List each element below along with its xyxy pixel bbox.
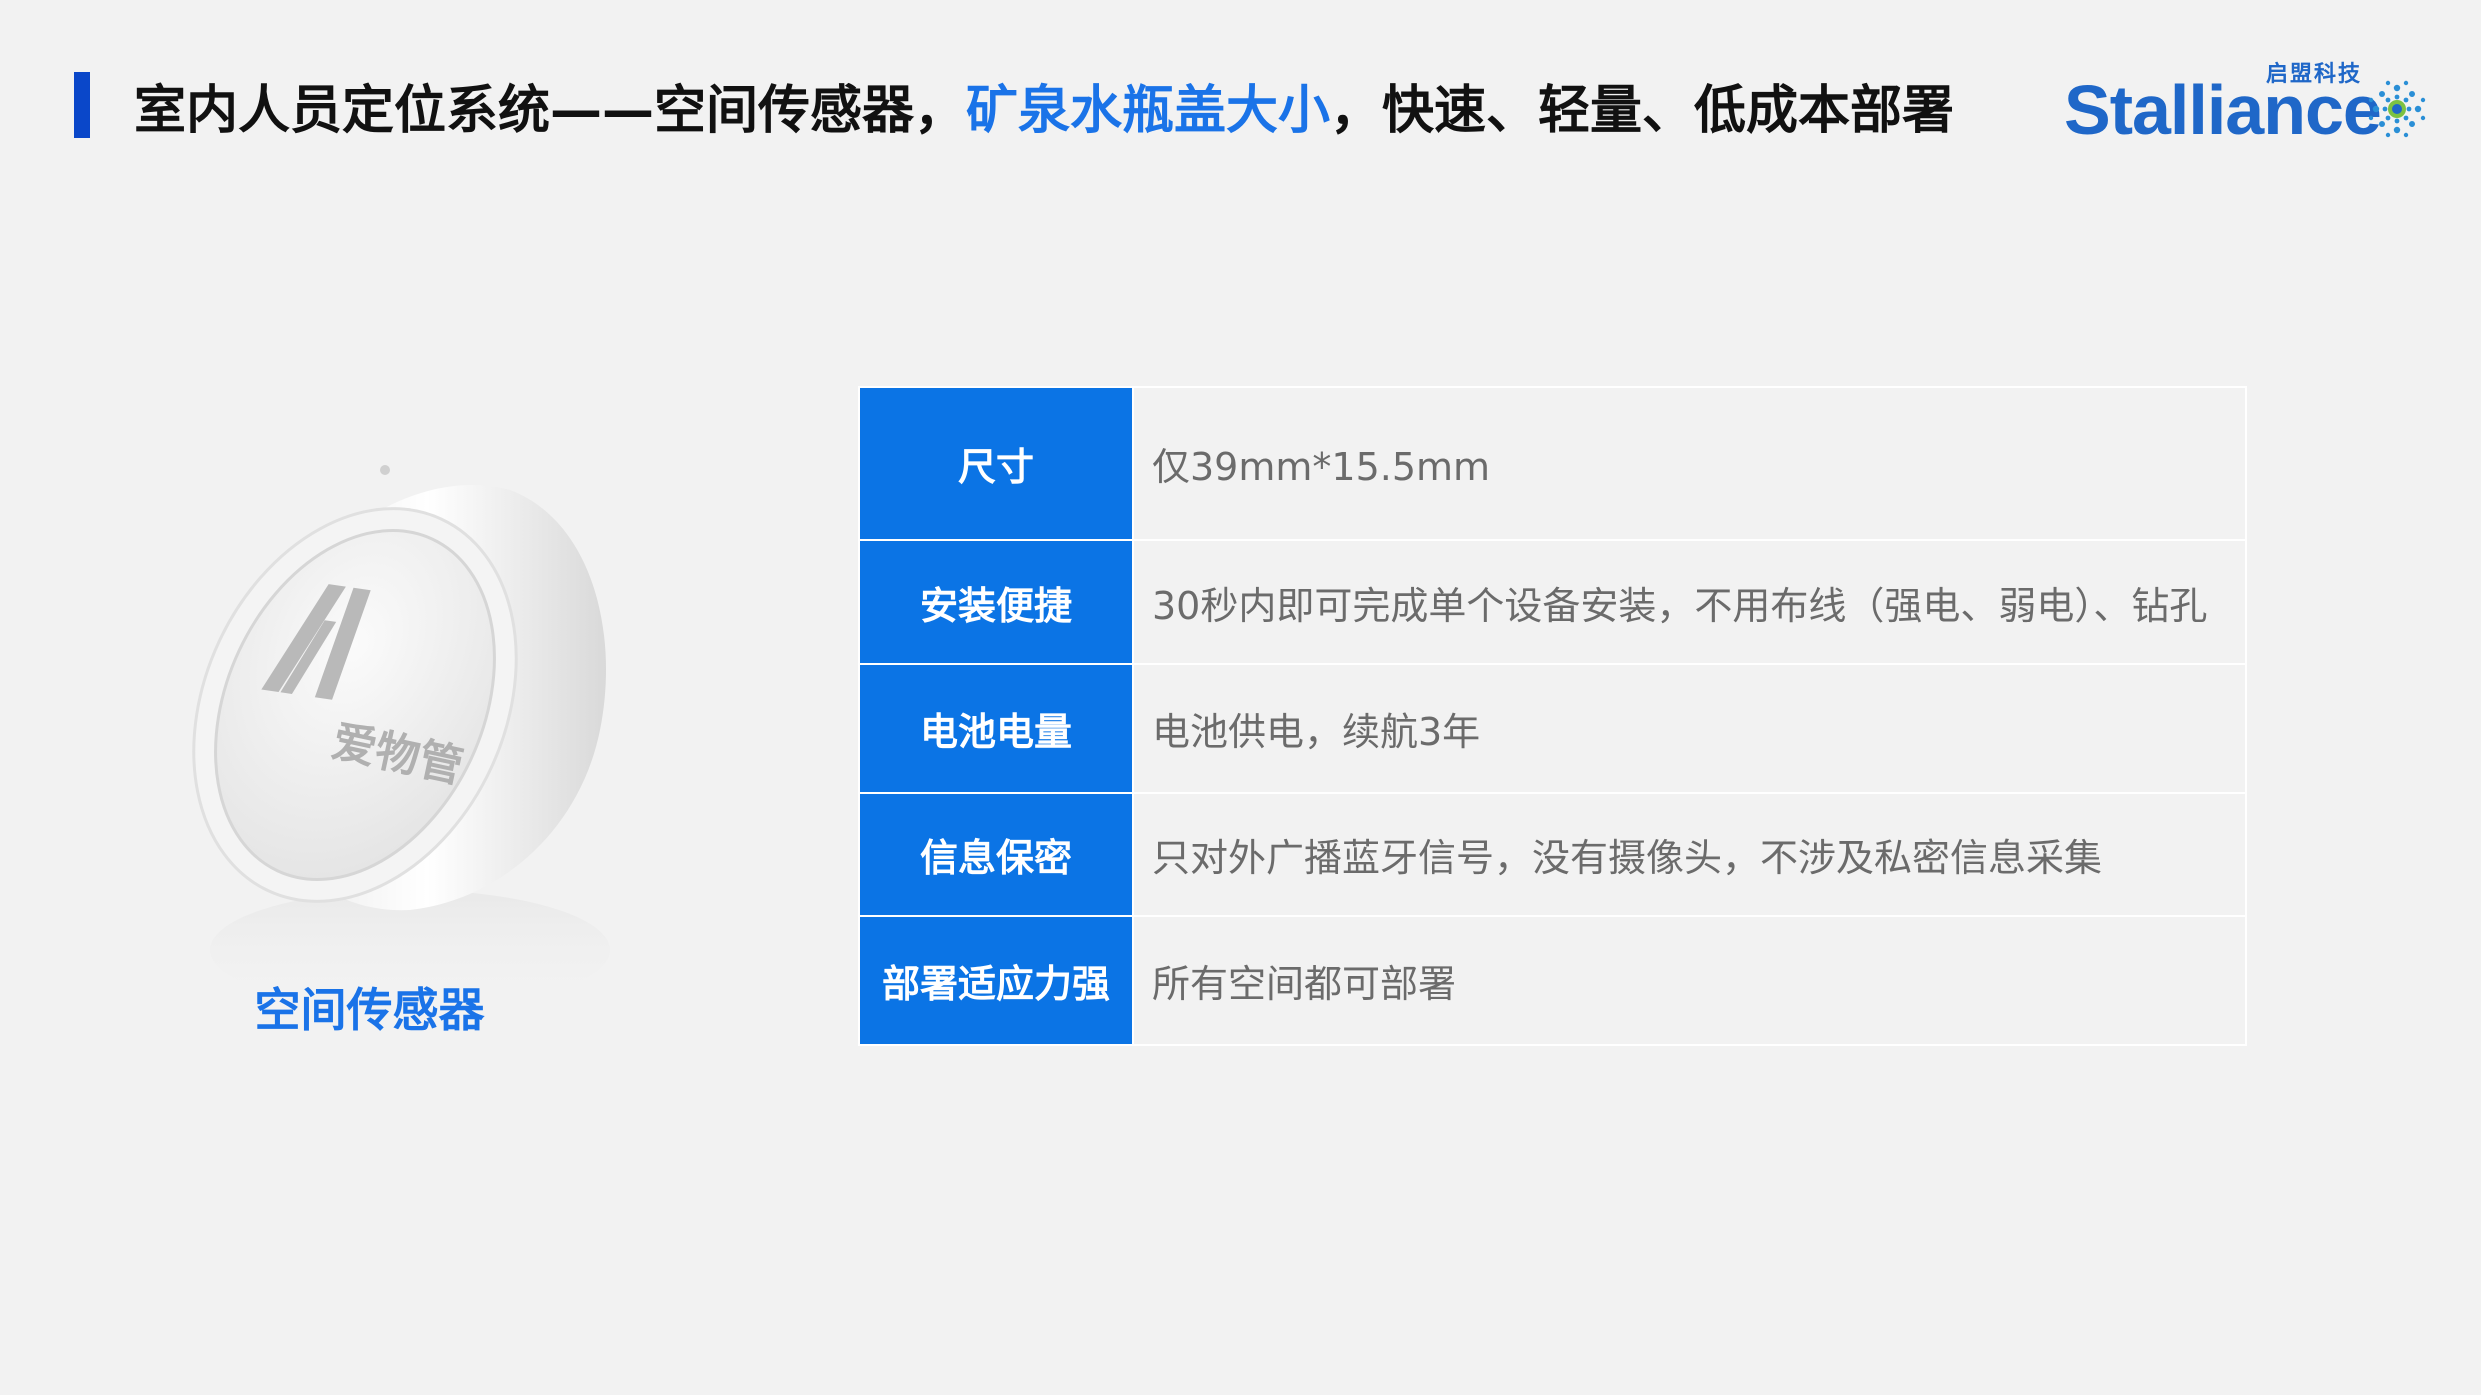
spec-label: 电池电量 xyxy=(858,663,1134,794)
slide: 室内人员定位系统——空间传感器，矿泉水瓶盖大小，快速、轻量、低成本部署 Stal… xyxy=(0,0,2481,1395)
title-highlight: 矿泉水瓶盖大小 xyxy=(966,81,1331,141)
table-row: 部署适应力强 所有空间都可部署 xyxy=(858,915,2247,1046)
title-part-1: 室内人员定位系统——空间传感器， xyxy=(134,81,967,141)
logo-chinese-name: 启盟科技 xyxy=(2266,62,2363,87)
page-title: 室内人员定位系统——空间传感器，矿泉水瓶盖大小，快速、轻量、低成本部署 xyxy=(134,76,1954,146)
table-row: 尺寸 仅39mm*15.5mm xyxy=(858,386,2247,541)
spec-label: 尺寸 xyxy=(858,386,1134,541)
spec-value: 只对外广播蓝牙信号，没有摄像头，不涉及私密信息采集 xyxy=(1132,792,2247,917)
spec-value: 仅39mm*15.5mm xyxy=(1132,386,2247,541)
network-globe-icon xyxy=(2368,80,2426,138)
spec-value: 电池供电，续航3年 xyxy=(1132,663,2247,794)
sensor-device-image: 爱物管 xyxy=(192,465,610,1010)
spec-value: 所有空间都可部署 xyxy=(1132,915,2247,1046)
spec-label: 信息保密 xyxy=(858,792,1134,917)
table-row: 电池电量 电池供电，续航3年 xyxy=(858,663,2247,794)
table-row: 信息保密 只对外广播蓝牙信号，没有摄像头，不涉及私密信息采集 xyxy=(858,792,2247,917)
spec-table: 尺寸 仅39mm*15.5mm 安装便捷 30秒内即可完成单个设备安装，不用布线… xyxy=(858,386,2247,1046)
company-logo: Stalliance 启盟科技 xyxy=(2064,62,2454,150)
spec-label: 安装便捷 xyxy=(858,539,1134,665)
product-caption: 空间传感器 xyxy=(254,983,485,1037)
table-row: 安装便捷 30秒内即可完成单个设备安装，不用布线（强电、弱电）、钻孔 xyxy=(858,539,2247,665)
title-part-2: ，快速、轻量、低成本部署 xyxy=(1330,81,1955,141)
spec-label: 部署适应力强 xyxy=(858,915,1134,1046)
title-accent-bar xyxy=(74,72,90,138)
spec-value: 30秒内即可完成单个设备安装，不用布线（强电、弱电）、钻孔 xyxy=(1132,539,2247,665)
